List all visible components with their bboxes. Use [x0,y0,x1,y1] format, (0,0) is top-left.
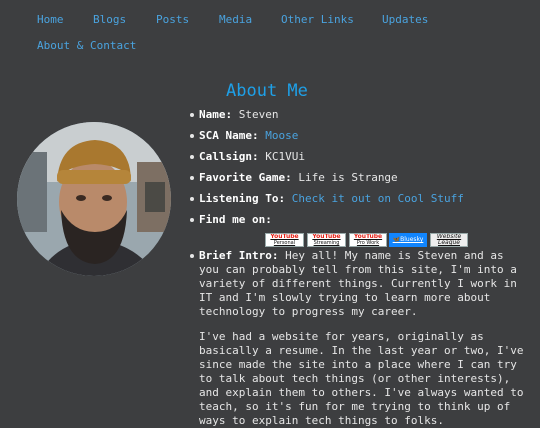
nav-home[interactable]: Home [37,13,64,26]
name-label: Name: [199,108,233,121]
about-info-list: Name: Steven SCA Name: Moose Callsign: K… [189,108,529,227]
info-brief-intro: Brief Intro: Hey all! My name is Steven … [189,249,529,428]
callsign-label: Callsign: [199,150,259,163]
badge-label: Streaming [313,240,340,246]
listening-label: Listening To: [199,192,286,205]
intro-paragraph-2: I've had a website for years, originally… [199,330,524,427]
website-league-icon: Website League [436,233,462,246]
info-sca-name: SCA Name: Moose [189,129,529,143]
listening-link[interactable]: Check it out on Cool Stuff [292,192,464,205]
info-find-me: Find me on: [189,213,529,227]
youtube-streaming-badge[interactable]: YouTube Streaming [307,233,346,247]
name-value: Steven [238,108,279,121]
youtube-personal-badge[interactable]: YouTube Personal [265,233,304,247]
bluesky-badge[interactable]: 🦋Bluesky [389,233,427,247]
game-label: Favorite Game: [199,171,292,184]
nav-posts[interactable]: Posts [156,13,189,26]
page-title: About Me [226,81,308,101]
nav-blogs[interactable]: Blogs [93,13,126,26]
website-league-badge[interactable]: Website League [430,233,468,247]
nav-about-contact[interactable]: About & Contact [37,39,136,52]
badge-label: Pro Work [356,240,380,246]
avatar [17,122,171,276]
game-value: Life is Strange [298,171,398,184]
nav-media[interactable]: Media [219,13,252,26]
callsign-value: KC1VUi [265,150,305,163]
nav-other-links[interactable]: Other Links [281,13,354,26]
youtube-pro-work-badge[interactable]: YouTube Pro Work [349,233,387,247]
intro-label: Brief Intro: [199,249,279,262]
butterfly-icon: 🦋 [392,236,401,243]
findme-label: Find me on: [199,213,272,226]
info-listening: Listening To: Check it out on Cool Stuff [189,192,529,206]
profile-photo [17,122,171,276]
intro-list: Brief Intro: Hey all! My name is Steven … [189,249,529,428]
sca-name-link[interactable]: Moose [265,129,298,142]
badge-label: Personal [273,240,296,246]
sca-label: SCA Name: [199,129,259,142]
badge-label: Bluesky [400,236,424,243]
info-callsign: Callsign: KC1VUi [189,150,529,164]
nav-updates[interactable]: Updates [382,13,428,26]
info-name: Name: Steven [189,108,529,122]
info-favorite-game: Favorite Game: Life is Strange [189,171,529,185]
